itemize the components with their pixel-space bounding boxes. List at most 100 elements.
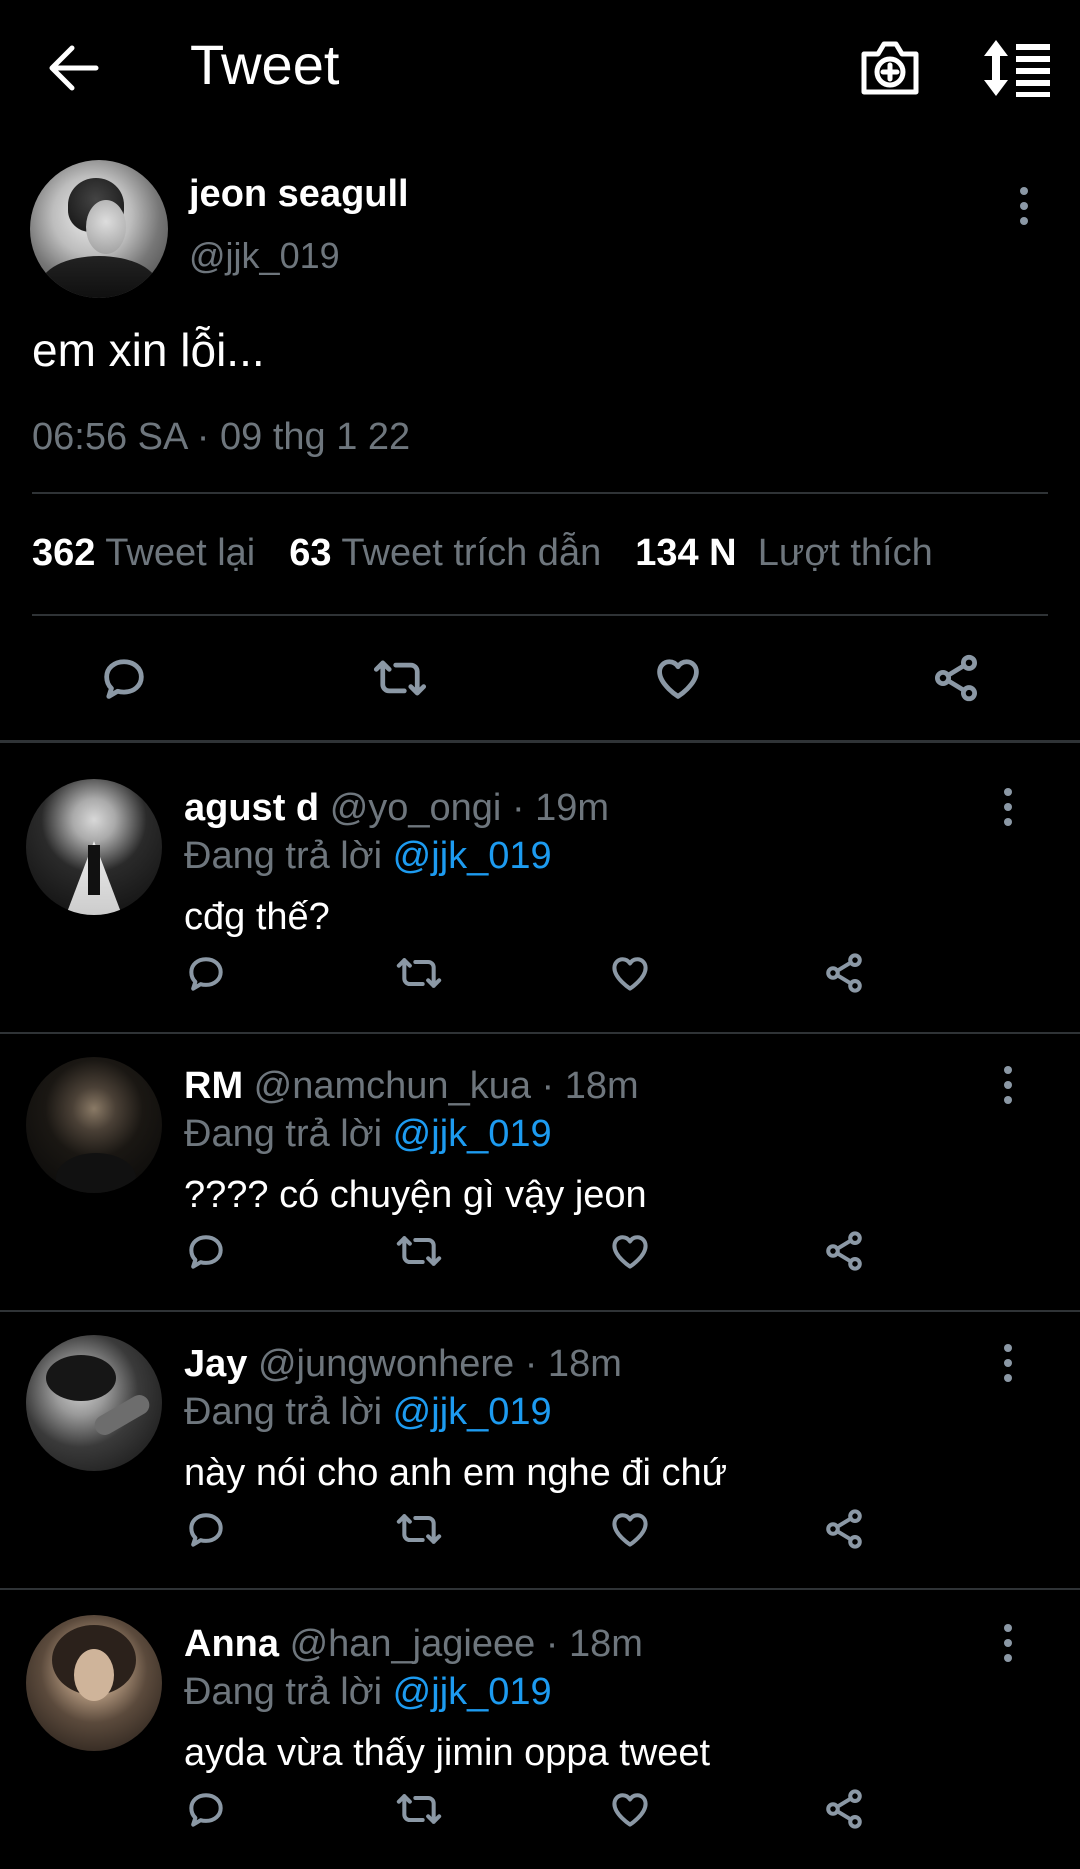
reply-button[interactable]: [184, 1507, 228, 1551]
share-icon: [826, 1509, 862, 1549]
share-button[interactable]: [822, 1787, 866, 1831]
reply-icon: [189, 1235, 223, 1269]
reply-author-name[interactable]: RM: [184, 1065, 243, 1107]
sort-list-icon: [984, 40, 1050, 97]
retweet-button[interactable]: [394, 951, 444, 995]
share-icon: [934, 654, 978, 702]
reply-button[interactable]: [184, 1229, 228, 1273]
tweet-timestamp: 06:56 SA · 09 thg 1 22: [32, 416, 411, 458]
retweet-button[interactable]: [372, 652, 428, 704]
page-title: Tweet: [190, 33, 340, 96]
tweet-more-button[interactable]: [1010, 184, 1038, 228]
share-icon: [826, 1231, 862, 1271]
avatar[interactable]: [26, 1057, 162, 1193]
retweet-icon: [396, 1236, 442, 1266]
reply-button[interactable]: [184, 951, 228, 995]
retweet-button[interactable]: [394, 1229, 444, 1273]
reply-button[interactable]: [98, 652, 150, 704]
more-vertical-icon: [1004, 1066, 1012, 1104]
more-vertical-icon: [1020, 187, 1028, 225]
retweet-icon: [396, 1794, 442, 1824]
reply-author-name[interactable]: Anna: [184, 1623, 279, 1665]
back-button[interactable]: [44, 40, 104, 96]
reply-icon: [104, 659, 144, 699]
like-button[interactable]: [608, 1229, 652, 1273]
mention-link[interactable]: @jjk_019: [393, 835, 552, 877]
camera-plus-icon: [861, 41, 919, 95]
tweet-text: em xin lỗi...: [32, 324, 265, 376]
share-button[interactable]: [822, 951, 866, 995]
reply-header: Anna @han_jagieee · 18m: [184, 1621, 643, 1667]
replying-to: Đang trả lời @jjk_019: [184, 1389, 552, 1435]
camera-button[interactable]: [858, 36, 922, 100]
reply-icon: [189, 957, 223, 991]
reply-time: · 19m: [511, 787, 610, 829]
quotes-stat[interactable]: 63 Tweet trích dẫn: [289, 532, 601, 574]
replying-to: Đang trả lời @jjk_019: [184, 1669, 552, 1715]
reply-icon: [189, 1513, 223, 1547]
replying-to-label: Đang trả lời: [184, 835, 383, 877]
reply-author-name[interactable]: Jay: [184, 1343, 247, 1385]
divider: [32, 614, 1048, 616]
reply-time: · 18m: [545, 1623, 643, 1665]
reply-item[interactable]: Jay @jungwonhere · 18m Đang trả lời @jjk…: [0, 1299, 1080, 1575]
mention-link[interactable]: @jjk_019: [393, 1671, 552, 1713]
replying-to-label: Đang trả lời: [184, 1391, 383, 1433]
like-button[interactable]: [608, 1787, 652, 1831]
reply-header: Jay @jungwonhere · 18m: [184, 1341, 622, 1387]
divider: [32, 492, 1048, 494]
share-button[interactable]: [930, 652, 982, 704]
like-button[interactable]: [608, 1507, 652, 1551]
share-icon: [826, 1789, 862, 1829]
reply-author-handle[interactable]: @namchun_kua: [254, 1065, 531, 1107]
reply-text: này nói cho anh em nghe đi chứ: [184, 1452, 728, 1494]
avatar[interactable]: [26, 779, 162, 915]
reply-author-name[interactable]: agust d: [184, 787, 319, 829]
likes-stat[interactable]: 134 N Lượt thích: [635, 532, 933, 574]
tweet-stats: 362 Tweet lại 63 Tweet trích dẫn 134 N Lượ…: [32, 528, 933, 578]
reply-item[interactable]: RM @namchun_kua · 18m Đang trả lời @jjk_…: [0, 1021, 1080, 1297]
replying-to: Đang trả lời @jjk_019: [184, 1111, 552, 1157]
reply-more-button[interactable]: [994, 785, 1022, 829]
reply-header: RM @namchun_kua · 18m: [184, 1063, 639, 1109]
share-button[interactable]: [822, 1229, 866, 1273]
like-button[interactable]: [652, 652, 704, 704]
share-icon: [826, 953, 862, 993]
share-button[interactable]: [822, 1507, 866, 1551]
avatar[interactable]: [26, 1335, 162, 1471]
arrow-left-icon: [49, 45, 99, 91]
reply-author-handle[interactable]: @yo_ongi: [330, 787, 502, 829]
retweet-icon: [373, 660, 427, 696]
like-button[interactable]: [608, 951, 652, 995]
retweet-icon: [396, 1514, 442, 1544]
reply-button[interactable]: [184, 1787, 228, 1831]
mention-link[interactable]: @jjk_019: [393, 1113, 552, 1155]
reply-author-handle[interactable]: @jungwonhere: [258, 1343, 514, 1385]
author-name[interactable]: jeon seagull: [189, 170, 409, 218]
retweet-button[interactable]: [394, 1507, 444, 1551]
heart-icon: [612, 1513, 648, 1547]
retweets-stat[interactable]: 362 Tweet lại: [32, 532, 255, 574]
reply-time: · 18m: [524, 1343, 622, 1385]
author-avatar[interactable]: [30, 160, 168, 298]
reply-header: agust d @yo_ongi · 19m: [184, 785, 609, 831]
more-vertical-icon: [1004, 1624, 1012, 1662]
replying-to-label: Đang trả lời: [184, 1113, 383, 1155]
reply-text: cđg thế?: [184, 896, 330, 938]
retweet-button[interactable]: [394, 1787, 444, 1831]
more-vertical-icon: [1004, 788, 1012, 826]
heart-icon: [612, 957, 648, 991]
top-bar: Tweet: [0, 0, 1080, 132]
reply-item[interactable]: Anna @han_jagieee · 18m Đang trả lời @jj…: [0, 1579, 1080, 1855]
sort-button[interactable]: [982, 38, 1052, 98]
avatar[interactable]: [26, 1615, 162, 1751]
reply-more-button[interactable]: [994, 1063, 1022, 1107]
reply-item[interactable]: agust d @yo_ongi · 19m Đang trả lời @jjk…: [0, 743, 1080, 1019]
author-handle[interactable]: @jjk_019: [189, 232, 340, 280]
reply-more-button[interactable]: [994, 1621, 1022, 1665]
reply-more-button[interactable]: [994, 1341, 1022, 1385]
reply-icon: [189, 1793, 223, 1827]
mention-link[interactable]: @jjk_019: [393, 1391, 552, 1433]
replying-to: Đang trả lời @jjk_019: [184, 833, 552, 879]
reply-author-handle[interactable]: @han_jagieee: [290, 1623, 536, 1665]
